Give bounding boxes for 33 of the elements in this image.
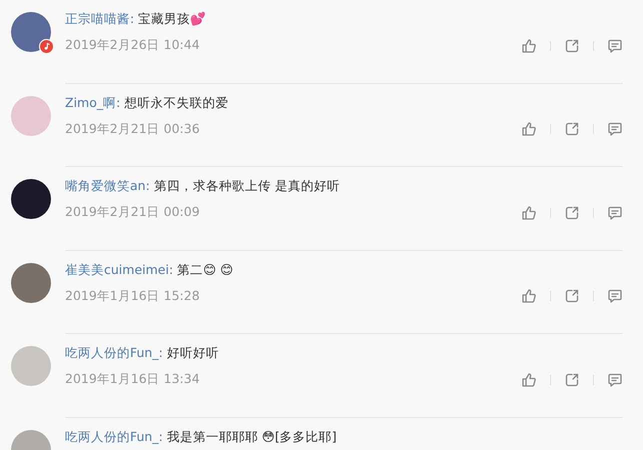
username-link[interactable]: 嘴角爱微笑an: (65, 178, 150, 195)
username-link[interactable]: 正宗喵喵酱: (65, 11, 134, 28)
comment-time: 2019年2月21日 00:36 (65, 120, 201, 138)
comment-time: 2019年1月16日 13:34 (65, 371, 201, 388)
comment-time: 2019年1月16日 15:28 (65, 288, 201, 304)
comment-text: 第二😊 😊 (177, 262, 234, 278)
username-link[interactable]: 吃两人份的Fun_: (65, 428, 163, 446)
comment-text: 第四，求各种歌上传 是真的好听 (154, 178, 340, 195)
share-icon[interactable] (564, 372, 580, 388)
comment-icon[interactable] (607, 121, 623, 137)
comment-text: 宝藏男孩💕 (138, 11, 206, 28)
comment-time: 2019年2月21日 00:09 (65, 204, 201, 221)
comment-text: 我是第一耶耶耶 😳[多多比耶] (166, 428, 337, 446)
avatar[interactable] (11, 179, 51, 219)
comment-icon[interactable] (607, 204, 623, 220)
username-link[interactable]: Zimo_啊: (65, 94, 120, 112)
thumbs-up-icon[interactable] (521, 204, 537, 220)
share-icon[interactable] (564, 288, 580, 304)
comment-time: 2019年2月26日 10:44 (65, 37, 201, 54)
thumbs-up-icon[interactable] (521, 121, 537, 137)
username-link[interactable]: 崔美美cuimeimei: (65, 262, 174, 278)
share-icon[interactable] (564, 38, 580, 54)
comment-icon[interactable] (607, 38, 623, 54)
share-icon[interactable] (564, 121, 580, 137)
thumbs-up-icon[interactable] (521, 38, 537, 54)
comment-icon[interactable] (607, 372, 623, 388)
thumbs-up-icon[interactable] (521, 372, 537, 388)
comment-icon[interactable] (607, 288, 623, 304)
comment-text: 好听好听 (166, 345, 219, 362)
thumbs-up-icon[interactable] (521, 288, 537, 304)
comment-text: 想听永不失联的爱 (124, 94, 228, 112)
share-icon[interactable] (564, 204, 580, 220)
username-link[interactable]: 吃两人份的Fun_: (65, 345, 163, 362)
